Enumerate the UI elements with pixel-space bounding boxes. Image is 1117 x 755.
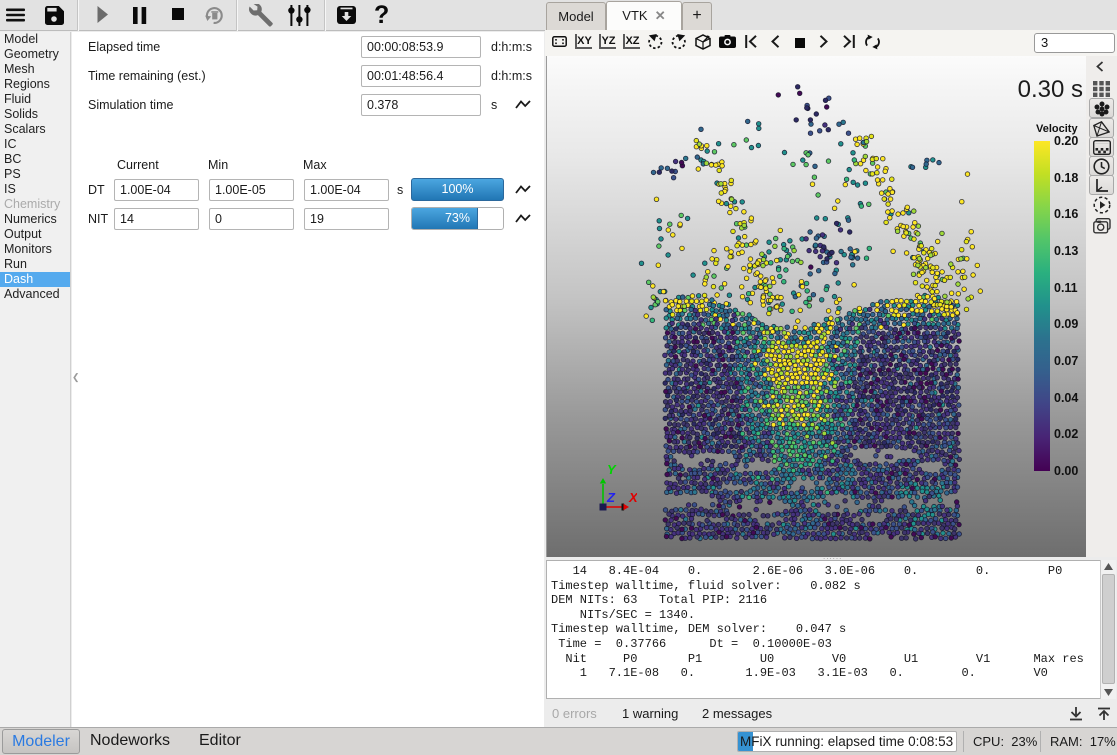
svg-text:Y: Y [607, 462, 617, 477]
svg-text:X: X [628, 490, 637, 505]
svg-text:Z: Z [606, 490, 616, 505]
